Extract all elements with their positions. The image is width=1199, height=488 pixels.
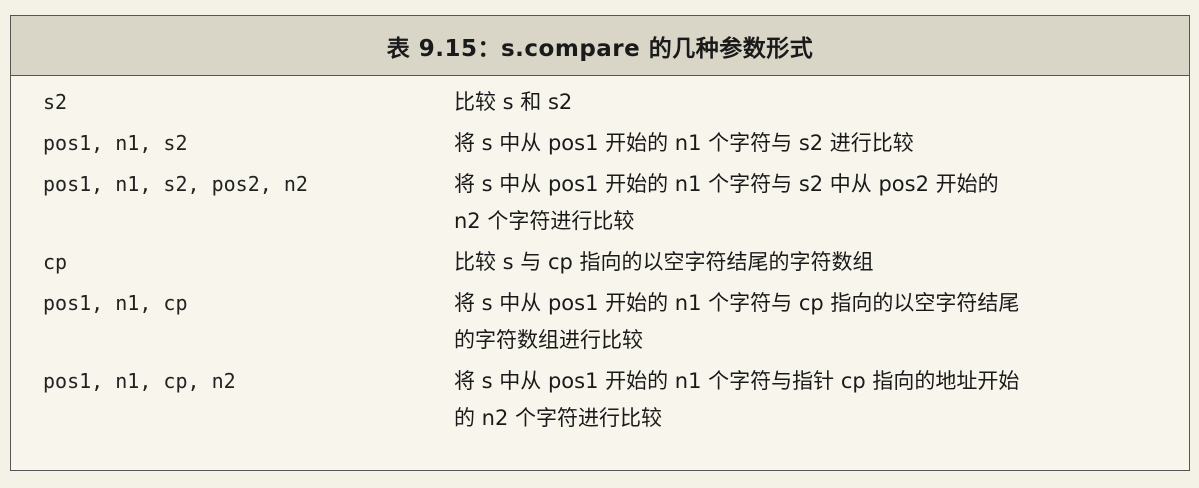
param-cell: pos1, n1, cp (43, 291, 188, 315)
description-line: n2 个字符进行比较 (454, 209, 635, 233)
table-row: cp 比较 s 与 cp 指向的以空字符结尾的字符数组 (11, 244, 1189, 281)
table-row: pos1, n1, s2, pos2, n2 将 s 中从 pos1 开始的 n… (11, 166, 1189, 240)
param-cell: pos1, n1, s2 (43, 131, 188, 155)
param-cell: pos1, n1, s2, pos2, n2 (43, 172, 308, 196)
description-line: 将 s 中从 pos1 开始的 n1 个字符与 cp 指向的以空字符结尾 (454, 291, 1020, 315)
table-row: pos1, n1, cp, n2 将 s 中从 pos1 开始的 n1 个字符与… (11, 363, 1189, 437)
description-line: 将 s 中从 pos1 开始的 n1 个字符与 s2 中从 pos2 开始的 (454, 172, 999, 196)
table-title: 表 9.15：s.compare 的几种参数形式 (386, 35, 814, 62)
description-line: 的字符数组进行比较 (454, 328, 643, 352)
description-line: 将 s 中从 pos1 开始的 n1 个字符与指针 cp 指向的地址开始 (454, 369, 1020, 393)
table-body: s2 比较 s 和 s2 pos1, n1, s2 将 s 中从 pos1 开始… (11, 76, 1189, 430)
param-cell: cp (43, 250, 68, 274)
description-cell: 将 s 中从 pos1 开始的 n1 个字符与 s2 中从 pos2 开始的 n… (454, 166, 1164, 240)
description-cell: 将 s 中从 pos1 开始的 n1 个字符与 s2 进行比较 (454, 125, 1164, 162)
description-cell: 比较 s 和 s2 (454, 84, 1164, 121)
description-line: 将 s 中从 pos1 开始的 n1 个字符与 s2 进行比较 (454, 131, 914, 155)
table-row: pos1, n1, cp 将 s 中从 pos1 开始的 n1 个字符与 cp … (11, 285, 1189, 359)
description-line: 比较 s 与 cp 指向的以空字符结尾的字符数组 (454, 250, 874, 274)
table-title-bar: 表 9.15：s.compare 的几种参数形式 (11, 16, 1189, 76)
param-cell: s2 (43, 90, 68, 114)
param-cell: pos1, n1, cp, n2 (43, 369, 236, 393)
table-row: pos1, n1, s2 将 s 中从 pos1 开始的 n1 个字符与 s2 … (11, 125, 1189, 162)
table-frame: 表 9.15：s.compare 的几种参数形式 s2 比较 s 和 s2 po… (10, 15, 1190, 471)
description-line: 的 n2 个字符进行比较 (454, 406, 663, 430)
description-line: 比较 s 和 s2 (454, 90, 573, 114)
table-row: s2 比较 s 和 s2 (11, 84, 1189, 121)
description-cell: 将 s 中从 pos1 开始的 n1 个字符与 cp 指向的以空字符结尾 的字符… (454, 285, 1164, 359)
description-cell: 比较 s 与 cp 指向的以空字符结尾的字符数组 (454, 244, 1164, 281)
description-cell: 将 s 中从 pos1 开始的 n1 个字符与指针 cp 指向的地址开始 的 n… (454, 363, 1164, 437)
